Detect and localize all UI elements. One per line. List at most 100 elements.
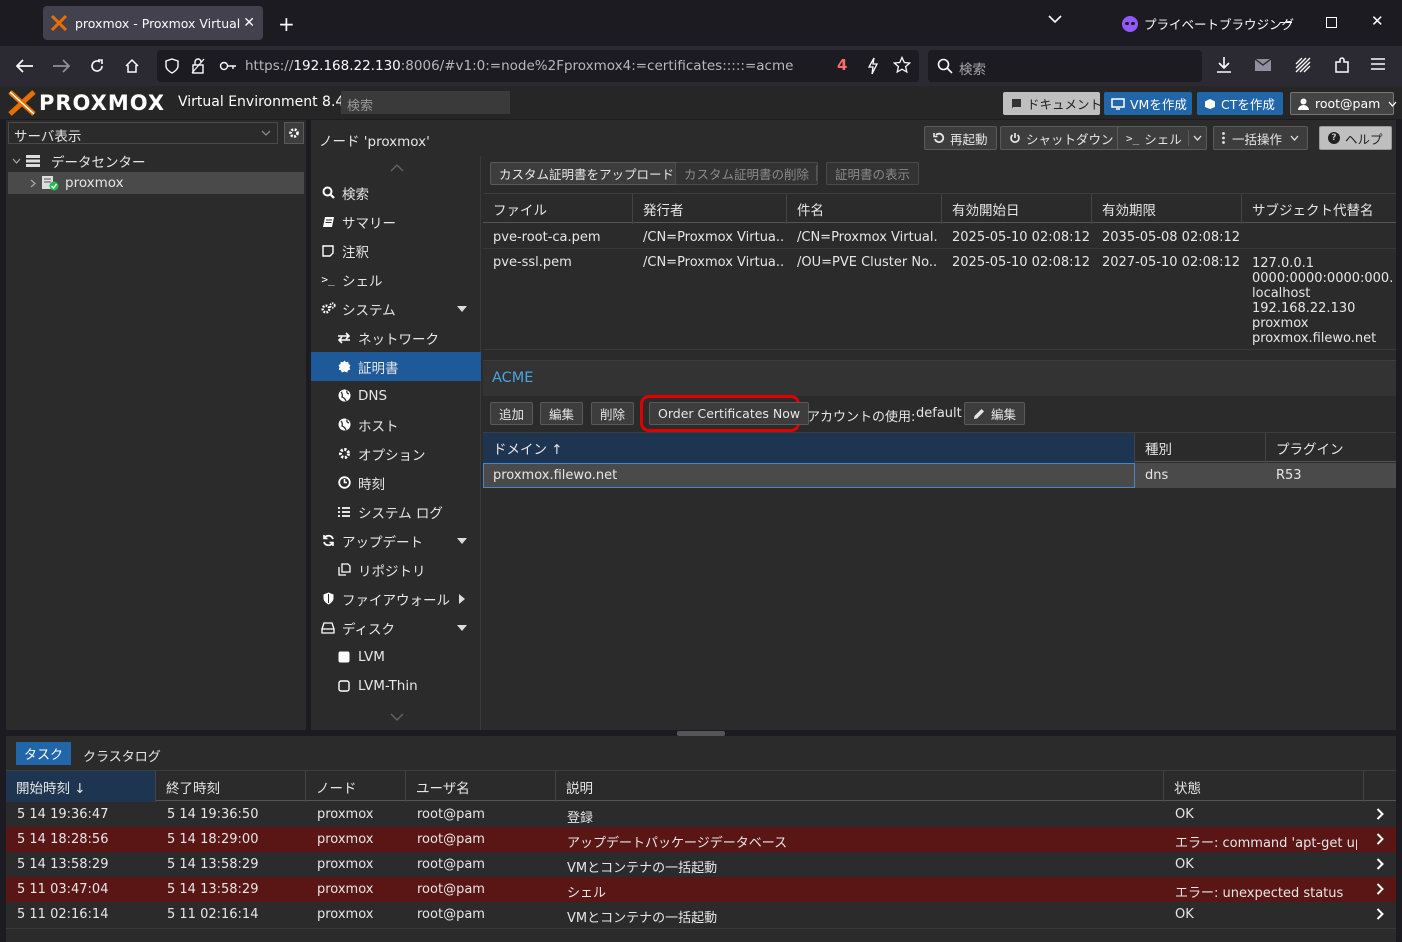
delete-custom-cert-button[interactable]: カスタム証明書の削除 — [675, 162, 819, 185]
create-vm-button[interactable]: VMを作成 — [1104, 92, 1192, 115]
extension-badge-count[interactable]: 4 — [837, 56, 847, 74]
nav-system[interactable]: システム — [311, 294, 481, 323]
proxmox-logo[interactable]: PROXMOX — [8, 90, 165, 116]
nav-firewall[interactable]: ファイアウォール — [311, 584, 481, 613]
nav-hosts[interactable]: ホスト — [311, 410, 481, 439]
shell-split-button[interactable]: >_ シェル — [1117, 126, 1207, 150]
nav-dns[interactable]: DNS — [311, 381, 481, 410]
table-row[interactable]: 5 14 13:58:29 5 14 13:58:29 proxmox root… — [6, 852, 1396, 877]
bulk-actions-button[interactable]: 一括操作 — [1213, 126, 1309, 150]
tab-tasks[interactable]: タスク — [16, 742, 72, 765]
tracking-shield-icon[interactable] — [165, 58, 179, 74]
acme-add-button[interactable]: 追加 — [490, 402, 534, 425]
acme-account-edit-button[interactable]: 編集 — [964, 402, 1026, 425]
acme-edit-button[interactable]: 編集 — [540, 402, 584, 425]
close-tab-icon[interactable]: ✕ — [243, 15, 255, 31]
col-domain[interactable]: ドメイン ↑ — [483, 433, 1135, 463]
scroll-down-chevron-icon[interactable] — [390, 713, 404, 721]
table-row[interactable]: pve-ssl.pem /CN=Proxmox Virtua... /OU=PV… — [483, 250, 1396, 350]
nav-repositories[interactable]: リポジトリ — [311, 555, 481, 584]
nav-shell[interactable]: >_ シェル — [311, 265, 481, 294]
col-issuer[interactable]: 発行者 — [633, 194, 787, 224]
view-certificate-button[interactable]: 証明書の表示 — [826, 162, 920, 185]
tab-cluster-log[interactable]: クラスタログ — [83, 746, 161, 765]
tab-list-chevron-icon[interactable] — [1048, 14, 1062, 24]
network-stripes-icon[interactable] — [1294, 56, 1312, 74]
nav-lvm-thin[interactable]: LVM-Thin — [311, 671, 481, 700]
col-plugin[interactable]: プラグイン — [1266, 433, 1396, 463]
table-row[interactable]: 5 14 18:28:56 5 14 18:29:00 proxmox root… — [6, 827, 1396, 852]
browser-tab[interactable]: proxmox - Proxmox Virtual Envi ✕ — [43, 6, 263, 40]
nav-lvm[interactable]: LVM — [311, 642, 481, 671]
bookmark-star-icon[interactable] — [893, 56, 911, 74]
chevron-down-icon[interactable] — [12, 158, 21, 164]
nav-updates[interactable]: アップデート — [311, 526, 481, 555]
create-ct-button[interactable]: CTを作成 — [1197, 92, 1283, 115]
minimize-window-icon[interactable] — [1280, 22, 1292, 23]
forward-arrow-icon[interactable] — [48, 54, 74, 78]
view-selector[interactable]: サーバ表示 — [8, 122, 278, 145]
chevron-right-icon[interactable] — [1376, 858, 1384, 870]
user-menu-button[interactable]: root@pam — [1290, 92, 1397, 115]
col-type[interactable]: 種別 — [1135, 433, 1266, 463]
order-certificates-button[interactable]: Order Certificates Now — [649, 402, 810, 425]
acme-remove-button[interactable]: 削除 — [591, 402, 635, 425]
col-node[interactable]: ノード — [306, 771, 406, 802]
nav-network[interactable]: ネットワーク — [311, 323, 481, 352]
tree-settings-button[interactable] — [284, 122, 304, 144]
table-row[interactable]: 5 14 19:36:47 5 14 19:36:50 proxmox root… — [6, 802, 1396, 827]
help-button[interactable]: ? ヘルプ — [1319, 126, 1392, 150]
maximize-window-icon[interactable] — [1326, 17, 1337, 28]
browser-search-box[interactable]: 検索 — [928, 50, 1202, 82]
chevron-right-icon[interactable] — [1376, 908, 1384, 920]
nav-summary[interactable]: サマリー — [311, 207, 481, 236]
col-end-time[interactable]: 終了時刻 — [156, 771, 306, 802]
col-valid-from[interactable]: 有効開始日 — [942, 194, 1092, 224]
chevron-right-icon[interactable] — [1376, 883, 1384, 895]
new-tab-icon[interactable]: + — [278, 12, 295, 36]
col-user[interactable]: ユーザ名 — [406, 771, 556, 802]
col-status[interactable]: 状態 — [1164, 771, 1364, 802]
documentation-button[interactable]: ドキュメント — [1003, 92, 1102, 115]
back-arrow-icon[interactable] — [12, 54, 38, 78]
shutdown-button[interactable]: シャットダウン — [1000, 126, 1123, 150]
chevron-right-icon[interactable] — [1376, 833, 1384, 845]
upload-custom-cert-button[interactable]: カスタム証明書をアップロード — [490, 162, 684, 185]
chevron-down-icon[interactable] — [1193, 135, 1202, 141]
nav-syslog[interactable]: システム ログ — [311, 497, 481, 526]
nav-certificates[interactable]: 証明書 — [311, 352, 481, 381]
reload-icon[interactable] — [84, 54, 110, 78]
chevron-right-icon[interactable] — [1376, 808, 1384, 820]
chevron-right-icon[interactable] — [30, 179, 36, 188]
url-bar[interactable]: https://192.168.22.130:8006/#v1:0:=node%… — [157, 50, 919, 82]
nav-notes[interactable]: 注釈 — [311, 236, 481, 265]
scroll-up-chevron-icon[interactable] — [390, 164, 404, 172]
close-window-icon[interactable]: ✕ — [1371, 12, 1384, 30]
table-row[interactable]: 5 11 03:47:04 5 14 13:58:29 proxmox root… — [6, 877, 1396, 902]
mail-icon[interactable] — [1254, 58, 1272, 72]
home-icon[interactable] — [119, 54, 145, 78]
col-file[interactable]: ファイル — [483, 194, 633, 224]
nav-disks[interactable]: ディスク — [311, 613, 481, 642]
download-icon[interactable] — [1215, 56, 1233, 74]
browser-menu-icon[interactable] — [1370, 57, 1386, 71]
table-row[interactable]: 5 11 02:16:14 5 11 02:16:14 proxmox root… — [6, 902, 1396, 927]
insecure-lock-icon[interactable] — [191, 58, 205, 74]
nav-options[interactable]: オプション — [311, 439, 481, 468]
tree-node-datacenter[interactable]: データセンター — [6, 150, 306, 172]
permissions-key-icon[interactable] — [219, 59, 237, 73]
col-start-time[interactable]: 開始時刻 ↓ — [6, 771, 156, 802]
pve-search-input[interactable]: 検索 — [341, 91, 510, 114]
col-valid-to[interactable]: 有効期限 — [1092, 194, 1242, 224]
extensions-puzzle-icon[interactable] — [1333, 56, 1351, 74]
col-san[interactable]: サブジェクト代替名 — [1242, 194, 1396, 224]
table-row[interactable]: pve-root-ca.pem /CN=Proxmox Virtua... /C… — [483, 224, 1396, 249]
col-subject[interactable]: 件名 — [787, 194, 942, 224]
nav-search[interactable]: 検索 — [311, 178, 481, 207]
tree-node-proxmox[interactable]: proxmox — [8, 172, 304, 194]
nav-time[interactable]: 時刻 — [311, 468, 481, 497]
col-description[interactable]: 説明 — [556, 771, 1164, 802]
lightning-icon[interactable] — [867, 57, 879, 75]
table-row[interactable]: proxmox.filewo.net dns R53 — [483, 463, 1396, 488]
reboot-button[interactable]: 再起動 — [924, 126, 997, 150]
